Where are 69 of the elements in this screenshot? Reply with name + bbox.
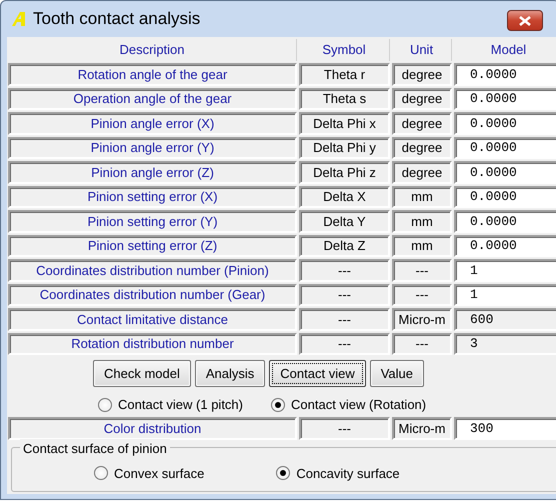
symbol-cell: Delta Phi y <box>299 136 390 159</box>
action-button[interactable]: Check model <box>93 360 191 387</box>
close-button[interactable] <box>507 10 543 31</box>
unit-cell: degree <box>392 112 452 134</box>
symbol-cell: --- <box>299 417 390 440</box>
unit-cell: Micro-m <box>392 308 452 330</box>
description-cell: Pinion setting error (Y) <box>8 210 297 232</box>
unit-cell: degree <box>392 63 452 86</box>
description-cell: Coordinates distribution number (Pinion) <box>8 259 297 282</box>
unit-cell: mm <box>392 186 452 208</box>
radio-button[interactable] <box>98 398 112 412</box>
radio-label[interactable]: Contact view (1 pitch) <box>118 395 243 415</box>
value-cell: 600 <box>454 308 556 330</box>
value-cell: 3 <box>454 332 556 355</box>
description-cell: Rotation distribution number <box>8 332 297 355</box>
symbol-cell: Delta Phi x <box>299 112 390 134</box>
description-cell: Coordinates distribution number (Gear) <box>8 284 297 306</box>
symbol-cell: --- <box>299 259 390 282</box>
value-field[interactable]: 1 <box>454 259 556 282</box>
unit-cell: degree <box>392 136 452 159</box>
group-title: Contact surface of pinion <box>20 438 170 458</box>
radio-button[interactable] <box>276 466 290 480</box>
unit-cell: Micro-m <box>392 417 452 440</box>
value-field[interactable]: 0.0000 <box>454 88 556 110</box>
description-cell: Pinion angle error (Z) <box>8 161 297 184</box>
description-cell: Color distribution <box>8 417 297 440</box>
symbol-cell: Delta Phi z <box>299 161 390 184</box>
value-field[interactable]: 0.0000 <box>454 63 556 86</box>
unit-cell: --- <box>392 284 452 306</box>
unit-cell: mm <box>392 210 452 232</box>
action-button[interactable]: Value <box>370 360 424 387</box>
symbol-cell: --- <box>299 308 390 330</box>
value-field[interactable]: 0.0000 <box>454 112 556 134</box>
action-button[interactable]: Analysis <box>194 360 266 387</box>
radio-label[interactable]: Contact view (Rotation) <box>291 395 426 415</box>
radio-button[interactable] <box>271 398 285 412</box>
value-field[interactable]: 300 <box>454 417 556 440</box>
value-field[interactable]: 0.0000 <box>454 161 556 184</box>
value-field[interactable]: 0.0000 <box>454 136 556 159</box>
symbol-cell: Delta X <box>299 186 390 208</box>
description-cell: Pinion angle error (Y) <box>8 136 297 159</box>
value-field[interactable]: 0.0000 <box>454 234 556 257</box>
description-cell: Contact limitative distance <box>8 308 297 330</box>
radio-label[interactable]: Convex surface <box>114 464 204 483</box>
unit-cell: mm <box>392 234 452 257</box>
window-title: Tooth contact analysis <box>33 8 200 30</box>
unit-cell: degree <box>392 88 452 110</box>
value-field[interactable]: 1 <box>454 284 556 306</box>
description-cell: Pinion setting error (Z) <box>8 234 297 257</box>
action-button[interactable]: Contact view <box>269 360 366 387</box>
radio-button[interactable] <box>94 466 108 480</box>
description-cell: Operation angle of the gear <box>8 88 297 110</box>
unit-cell: --- <box>392 259 452 282</box>
symbol-cell: --- <box>299 332 390 355</box>
symbol-cell: Theta r <box>299 63 390 86</box>
symbol-cell: --- <box>299 284 390 306</box>
close-icon <box>518 16 532 26</box>
symbol-cell: Delta Z <box>299 234 390 257</box>
symbol-cell: Delta Y <box>299 210 390 232</box>
description-cell: Rotation angle of the gear <box>8 63 297 86</box>
app-logo-icon <box>11 11 27 27</box>
unit-cell: --- <box>392 332 452 355</box>
symbol-cell: Theta s <box>299 88 390 110</box>
radio-label[interactable]: Concavity surface <box>296 464 400 483</box>
unit-cell: degree <box>392 161 452 184</box>
description-cell: Pinion setting error (X) <box>8 186 297 208</box>
value-field[interactable]: 0.0000 <box>454 210 556 232</box>
value-field[interactable]: 0.0000 <box>454 186 556 208</box>
description-cell: Pinion angle error (X) <box>8 112 297 134</box>
